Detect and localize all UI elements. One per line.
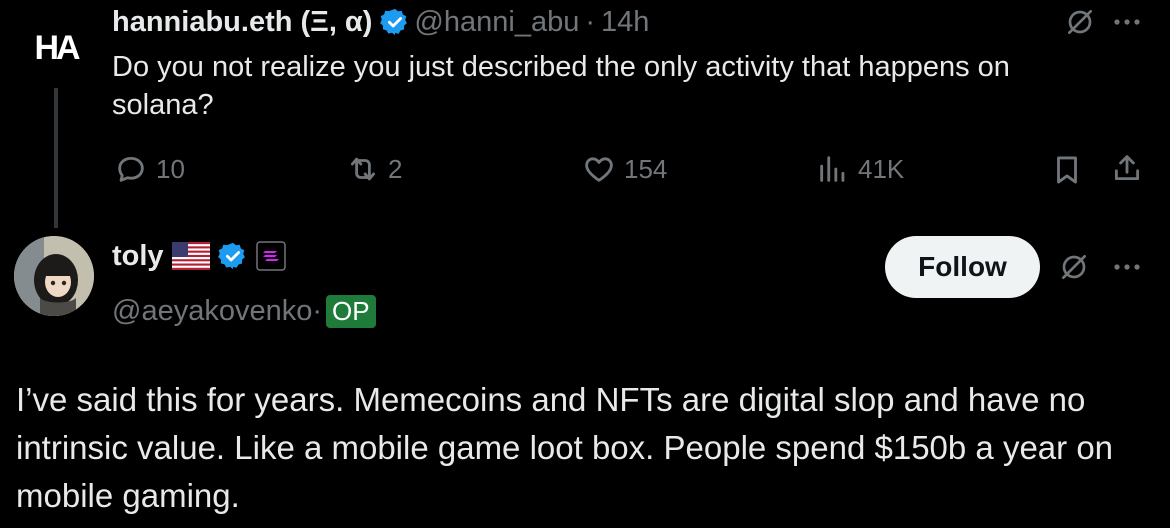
grok-icon[interactable] [1058,251,1090,283]
author-handle[interactable]: @aeyakovenko [112,295,312,328]
solana-affiliate-icon [255,241,286,271]
parent-tweet-header: hanniabu.eth (Ξ, α) @hanni_abu · 14h [112,2,649,42]
thread-connector-line [54,88,58,228]
like-count: 154 [624,153,668,184]
repost-count: 2 [388,153,403,184]
reply-tweet-header: toly [112,236,286,276]
anime-avatar-image [14,236,94,316]
op-badge: OP [326,294,376,328]
author-name[interactable]: toly [112,240,164,273]
grok-icon[interactable] [1064,6,1096,38]
avatar-text: HA [34,28,80,67]
parent-tweet-text: Do you not realize you just described th… [112,51,1010,121]
heart-icon [585,157,613,182]
author-handle[interactable]: @hanni_abu [414,6,579,39]
repost-button[interactable]: 2 [346,152,402,186]
avatar-toly[interactable] [14,236,94,316]
separator-dot: · [312,294,323,327]
bookmark-icon[interactable] [1050,152,1084,188]
verified-badge-icon [217,242,245,270]
reply-handle-row: @aeyakovenko · OP [112,292,376,330]
reply-icon [118,156,144,182]
like-button[interactable]: 154 [582,152,667,186]
view-count: 41K [858,153,905,184]
analytics-icon [820,156,845,182]
reply-button[interactable]: 10 [114,152,185,186]
separator-dot: · [585,5,596,38]
us-flag-icon [171,242,210,270]
verified-badge-icon [380,8,408,36]
author-name[interactable]: hanniabu.eth (Ξ, α) [112,6,372,39]
more-options-icon[interactable] [1112,12,1142,32]
avatar-hanniabu[interactable]: HA [16,8,96,88]
share-icon[interactable] [1110,150,1144,186]
reply-tweet-text: I’ve said this for years. Memecoins and … [16,381,1114,514]
follow-button[interactable]: Follow [885,236,1040,298]
views-button[interactable]: 41K [816,152,904,186]
more-options-icon[interactable] [1112,257,1142,277]
reply-count: 10 [156,153,185,184]
tweet-timestamp[interactable]: 14h [601,6,649,39]
repost-icon [350,157,376,181]
